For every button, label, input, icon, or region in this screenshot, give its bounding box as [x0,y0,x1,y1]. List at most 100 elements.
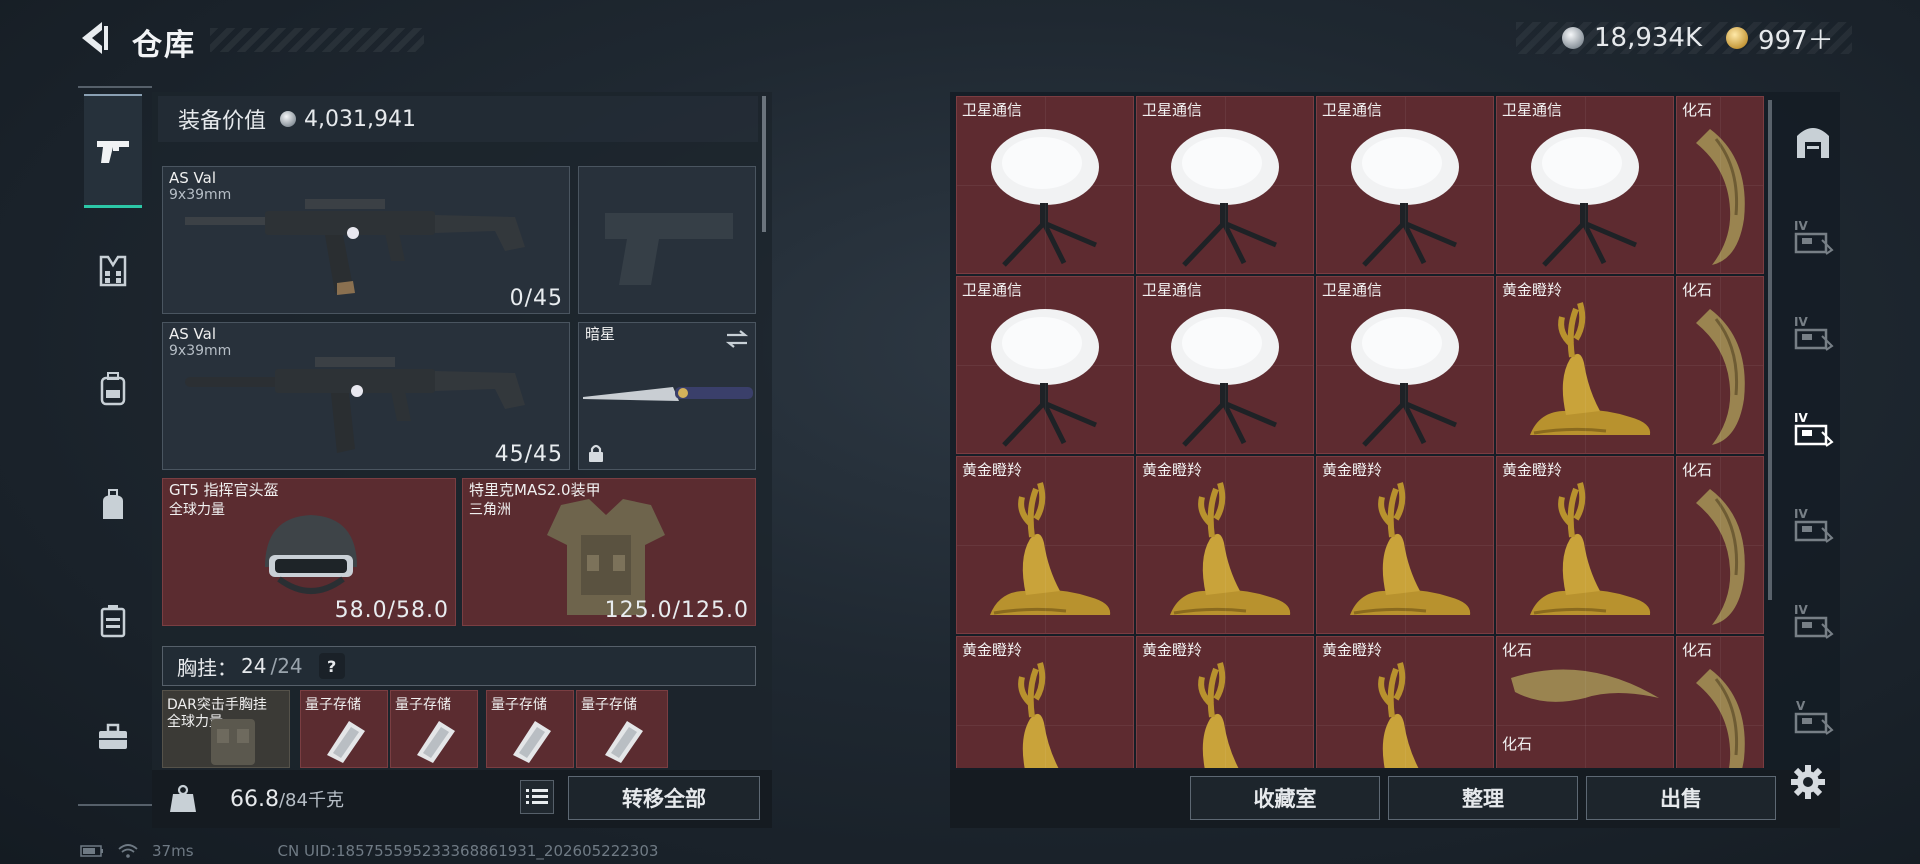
data-drive-icon [605,721,643,763]
item-name: 黄金瞪羚 [1502,281,1563,299]
primary-weapon-slot[interactable]: AS Val 9x39mm 0/45 [162,166,570,314]
satellite-dish-image [1351,128,1459,267]
equipment-scrollbar[interactable] [762,96,766,232]
pistol-slot[interactable] [578,166,756,314]
sell-button[interactable]: 出售 [1586,776,1776,820]
nav-weapons[interactable] [84,94,142,208]
storage-item-cell[interactable]: 黄金瞪羚 [956,456,1134,634]
quantum-storage-slot[interactable]: 量子存储 [300,690,388,768]
bag-icon [103,489,123,519]
storage-tabs: IV IV IV IV IV V [1782,100,1844,760]
storage-item-cell[interactable]: 卫星通信 [1316,96,1494,274]
satellite-dish-image [991,128,1099,267]
storage-tab-5[interactable]: IV [1782,580,1844,660]
satellite-dish-image [1531,128,1639,267]
help-button[interactable]: ? [318,653,345,679]
golden-gazelle-image [1018,661,1059,768]
storage-item-cell[interactable]: 化石 [1676,96,1764,274]
nav-toolboxes[interactable] [84,702,142,772]
item-name: 化石 [1502,641,1533,659]
nav-vests[interactable] [84,236,142,306]
melee-slot[interactable]: 暗星 [578,322,756,470]
golden-gazelle-image [1350,481,1471,615]
weight-current: 66.8 [230,787,279,812]
settings-gear-icon[interactable] [1790,764,1826,800]
list-view-button[interactable] [520,780,554,814]
storage-item-cell[interactable]: 卫星通信 [956,96,1134,274]
ammo-count: 45/45 [494,442,563,467]
storage-item-cell[interactable]: 卫星通信 [1136,276,1314,454]
storage-item-cell[interactable]: 黄金瞪羚 [1316,456,1494,634]
back-button[interactable] [78,20,112,56]
wifi-icon [118,844,138,858]
storage-tab-home[interactable] [1782,100,1844,180]
storage-tab-2[interactable]: IV [1782,292,1844,372]
item-name: 黄金瞪羚 [1502,461,1563,479]
backpack-icon [100,372,126,406]
silver-currency-value: 18,934K [1594,23,1703,53]
item-name: 卫星通信 [1502,101,1563,119]
item-image [970,479,1120,633]
helmet-faction: 全球力量 [169,502,225,518]
list-icon [526,789,548,804]
storage-item-cell[interactable]: 化石 [1676,456,1764,634]
storage-item-cell[interactable]: 黄金瞪羚 [956,636,1134,768]
storage-tab-1[interactable]: IV [1782,196,1844,276]
secondary-weapon-slot[interactable]: AS Val 9x39mm 45/45 [162,322,570,470]
organize-button[interactable]: 整理 [1388,776,1578,820]
storage-item-cell[interactable]: 卫星通信 [1316,276,1494,454]
item-image [1680,299,1760,453]
quantum-storage-slot[interactable]: 量子存储 [576,690,668,768]
helmet-slot[interactable]: GT5 指挥官头盔 全球力量 58.0/58.0 [162,478,456,626]
storage-tab-4[interactable]: IV [1782,484,1844,564]
armor-slot[interactable]: 特里克MAS2.0装甲 三角洲 125.0/125.0 [462,478,756,626]
transfer-all-button[interactable]: 转移全部 [568,776,760,820]
item-name: 黄金瞪羚 [1142,641,1203,659]
storage-item-cell[interactable]: 黄金瞪羚 [1316,636,1494,768]
nav-backpacks[interactable] [84,354,142,424]
storage-tab-6[interactable]: V [1782,676,1844,756]
golden-gazelle-image [1170,481,1291,615]
item-name: 卫星通信 [962,281,1023,299]
status-line: 37ms CN UID:18575559523336886193​1_20260… [80,842,658,860]
storage-scrollbar[interactable] [1768,100,1772,600]
pistol-placeholder-icon [605,213,733,285]
helmet-durability: 58.0/58.0 [334,598,449,623]
storage-expansion-icon: IV [1794,507,1834,543]
equipment-value-bar: 装备价值 4,031,941 [158,96,758,142]
storage-item-cell[interactable]: 黄金瞪羚 [1496,456,1674,634]
chest-rig-slot[interactable]: DAR突击手胸挂 全球力量 [162,690,290,768]
equipment-value: 4,031,941 [304,106,416,132]
nav-bags[interactable] [84,470,142,540]
storage-item-cell[interactable]: 卫星通信 [956,276,1134,454]
storage-expansion-icon: IV [1794,219,1834,255]
ping-value: 37ms [152,842,194,860]
satellite-dish-image [1171,128,1279,267]
storage-item-cell[interactable]: 化石 [1676,276,1764,454]
collection-room-button[interactable]: 收藏室 [1190,776,1380,820]
quantum-storage-slot[interactable]: 量子存储 [390,690,478,768]
item-name: 黄金瞪羚 [1142,461,1203,479]
item-image [1510,299,1660,453]
item-name: 卫星通信 [1142,281,1203,299]
tab-level-text: IV [1794,411,1808,425]
storage-item-cell[interactable]: 卫星通信 [1136,96,1314,274]
item-name: 卫星通信 [962,101,1023,119]
storage-item-cell[interactable]: 黄金瞪羚 [1136,636,1314,768]
storage-item-cell[interactable]: 化石 化石 [1496,636,1674,768]
fossil-claw-image [1696,308,1745,445]
nav-cases[interactable] [84,586,142,656]
quantum-storage-slot[interactable]: 量子存储 [486,690,574,768]
item-image [1680,659,1760,768]
storage-item-cell[interactable]: 卫星通信 [1496,96,1674,274]
item-name: 黄金瞪羚 [1322,461,1383,479]
golden-gazelle-image [990,481,1111,615]
chest-rig-capacity: /24 [270,654,303,678]
storage-item-cell[interactable]: 化石 [1676,636,1764,768]
gold-coin-icon [1726,27,1749,49]
storage-item-cell[interactable]: 黄金瞪羚 [1496,276,1674,454]
case-icon [100,605,126,638]
storage-item-cell[interactable]: 黄金瞪羚 [1136,456,1314,634]
storage-tab-3[interactable]: IV [1782,388,1844,468]
swap-icon[interactable] [725,329,749,349]
